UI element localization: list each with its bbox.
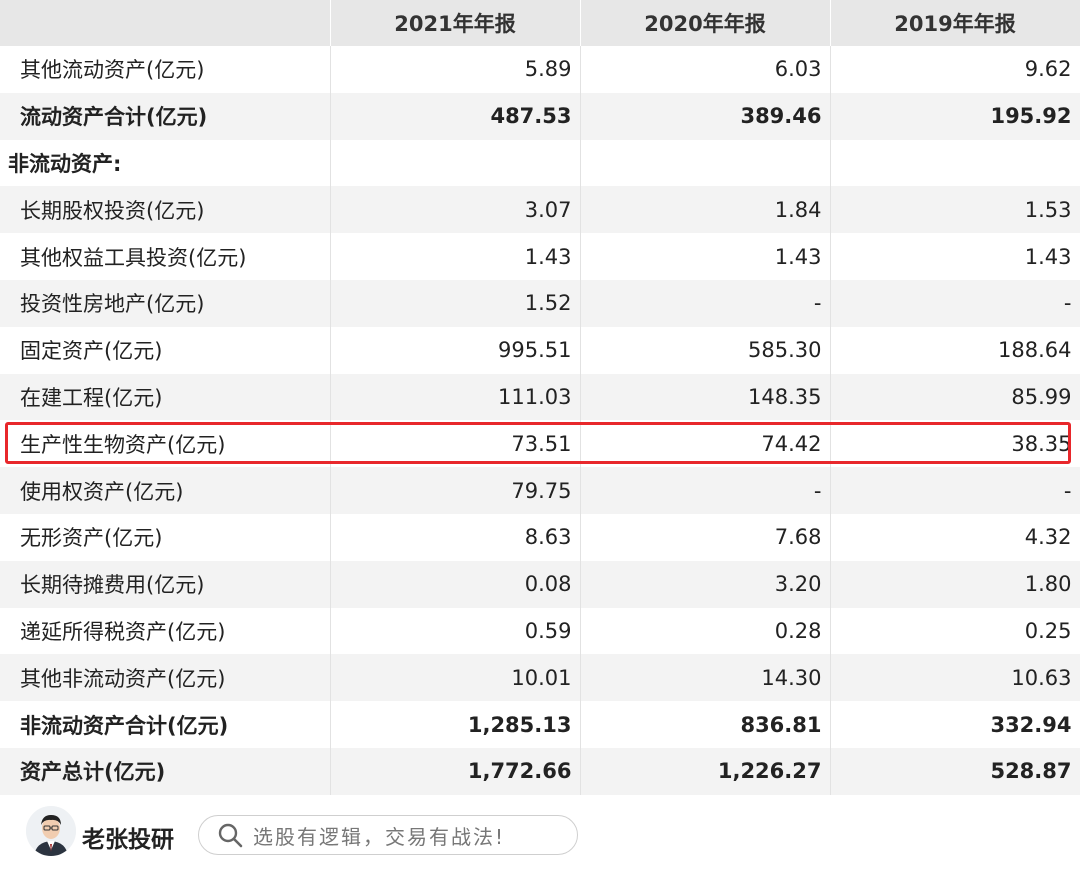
cell-2019: 332.94 (830, 701, 1080, 748)
row-label: 固定资产(亿元) (0, 326, 331, 374)
cell-2019: 10.63 (830, 654, 1080, 702)
row-label: 使用权资产(亿元) (0, 467, 331, 514)
cell-2020: 3.20 (580, 560, 831, 608)
header-corner (0, 0, 331, 46)
row-label: 其他非流动资产(亿元) (0, 654, 331, 702)
cell-2020: 585.30 (580, 326, 831, 374)
search-slogan: 选股有逻辑，交易有战法! (253, 824, 506, 849)
table-row: 递延所得税资产(亿元) 0.59 0.28 0.25 (0, 607, 1080, 655)
row-label: 资产总计(亿元) (0, 747, 331, 795)
table-header-row: 2021年年报 2020年年报 2019年年报 (0, 0, 1080, 46)
table-row: 生产性生物资产(亿元) 73.51 74.42 38.35 (0, 420, 1080, 468)
row-label: 长期待摊费用(亿元) (0, 560, 331, 608)
cell-2020: 74.42 (580, 420, 831, 468)
header-2019: 2019年年报 (830, 0, 1080, 46)
cell-2021: 79.75 (330, 467, 581, 514)
cell-2021: 8.63 (330, 513, 581, 561)
table-row: 其他非流动资产(亿元) 10.01 14.30 10.63 (0, 654, 1080, 702)
cell-2020: 7.68 (580, 513, 831, 561)
row-label: 递延所得税资产(亿元) (0, 607, 331, 655)
table-row: 非流动资产合计(亿元) 1,285.13 836.81 332.94 (0, 701, 1080, 748)
table-row: 固定资产(亿元) 995.51 585.30 188.64 (0, 326, 1080, 374)
header-2021: 2021年年报 (330, 0, 581, 46)
table-row: 流动资产合计(亿元) 487.53 389.46 195.92 (0, 92, 1080, 140)
table-row: 无形资产(亿元) 8.63 7.68 4.32 (0, 513, 1080, 561)
cell-2021: 1.43 (330, 233, 581, 280)
cell-2021: 1,285.13 (330, 701, 581, 748)
cell-2020: 1,226.27 (580, 747, 831, 795)
row-label: 流动资产合计(亿元) (0, 92, 331, 140)
row-label: 无形资产(亿元) (0, 513, 331, 561)
cell-2020: 836.81 (580, 701, 831, 748)
cell-2021: 5.89 (330, 46, 581, 93)
cell-2020 (580, 139, 831, 187)
table-row: 其他流动资产(亿元) 5.89 6.03 9.62 (0, 46, 1080, 93)
row-label: 非流动资产合计(亿元) (0, 701, 331, 748)
table-row: 长期股权投资(亿元) 3.07 1.84 1.53 (0, 186, 1080, 234)
header-2020: 2020年年报 (580, 0, 831, 46)
cell-2019: 0.25 (830, 607, 1080, 655)
cell-2021: 1.52 (330, 279, 581, 327)
row-label: 其他流动资产(亿元) (0, 46, 331, 93)
cell-2021: 1,772.66 (330, 747, 581, 795)
table-row: 长期待摊费用(亿元) 0.08 3.20 1.80 (0, 560, 1080, 608)
row-label: 长期股权投资(亿元) (0, 186, 331, 234)
cell-2019: 528.87 (830, 747, 1080, 795)
row-label: 非流动资产: (0, 139, 331, 187)
cell-2020: - (580, 279, 831, 327)
table-row: 资产总计(亿元) 1,772.66 1,226.27 528.87 (0, 747, 1080, 795)
table-row: 其他权益工具投资(亿元) 1.43 1.43 1.43 (0, 233, 1080, 280)
table-row: 使用权资产(亿元) 79.75- - (0, 467, 1080, 514)
cell-2020: 1.43 (580, 233, 831, 280)
cell-2019: - (830, 279, 1080, 327)
cell-2021: 73.51 (330, 420, 581, 468)
cell-2021 (330, 139, 581, 187)
cell-2021: 0.59 (330, 607, 581, 655)
cell-2020: 6.03 (580, 46, 831, 93)
table-row: 非流动资产: (0, 139, 1080, 187)
table-row: 在建工程(亿元) 111.03 148.35 85.99 (0, 373, 1080, 421)
cell-2019: 4.32 (830, 513, 1080, 561)
cell-2019: 1.80 (830, 560, 1080, 608)
cell-2021: 111.03 (330, 373, 581, 421)
cell-2019: 195.92 (830, 92, 1080, 140)
cell-2020: 1.84 (580, 186, 831, 234)
cell-2019: 85.99 (830, 373, 1080, 421)
balance-sheet-table: 2021年年报 2020年年报 2019年年报 其他流动资产(亿元) 5.89 6.… (0, 0, 1080, 795)
search-icon (218, 823, 243, 848)
row-label: 投资性房地产(亿元) (0, 279, 331, 327)
row-label: 生产性生物资产(亿元) (0, 420, 331, 468)
row-label: 其他权益工具投资(亿元) (0, 233, 331, 280)
brand-name: 老张投研 (82, 827, 174, 853)
cell-2019: 38.35 (830, 420, 1080, 468)
cell-2019: 188.64 (830, 326, 1080, 374)
person-avatar-icon (26, 806, 76, 856)
cell-2019: 1.53 (830, 186, 1080, 234)
search-box[interactable]: 选股有逻辑，交易有战法! (198, 815, 578, 855)
cell-2021: 0.08 (330, 560, 581, 608)
balance-sheet-table-container: 2021年年报 2020年年报 2019年年报 其他流动资产(亿元) 5.89 6.… (0, 0, 1080, 795)
cell-2019 (830, 139, 1080, 187)
row-label: 在建工程(亿元) (0, 373, 331, 421)
cell-2019: 1.43 (830, 233, 1080, 280)
cell-2021: 3.07 (330, 186, 581, 234)
cell-2021: 995.51 (330, 326, 581, 374)
cell-2021: 10.01 (330, 654, 581, 702)
cell-2021: 487.53 (330, 92, 581, 140)
cell-2020: 389.46 (580, 92, 831, 140)
table-row: 投资性房地产(亿元) 1.52- - (0, 279, 1080, 327)
cell-2019: 9.62 (830, 46, 1080, 93)
cell-2020: 14.30 (580, 654, 831, 702)
cell-2020: 148.35 (580, 373, 831, 421)
cell-2020: 0.28 (580, 607, 831, 655)
cell-2020: - (580, 467, 831, 514)
cell-2019: - (830, 467, 1080, 514)
